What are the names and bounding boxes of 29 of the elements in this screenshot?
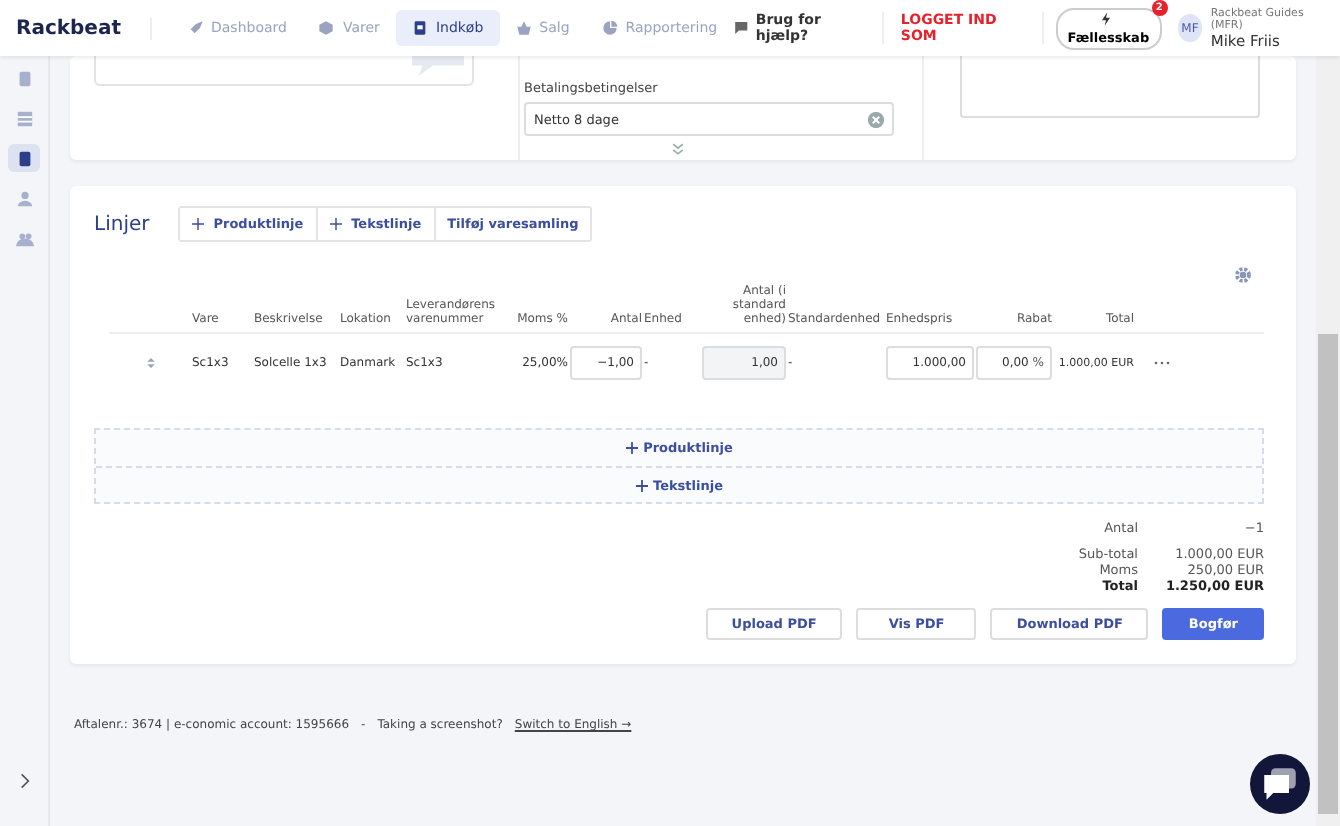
plus-icon	[625, 442, 638, 454]
cube-icon	[318, 20, 335, 36]
plus-icon	[329, 218, 342, 230]
reorder-icon[interactable]	[145, 356, 155, 370]
rocket-icon	[187, 20, 203, 36]
document-icon	[411, 20, 428, 36]
basket-icon	[515, 20, 532, 36]
chat-icon	[733, 20, 748, 36]
expand-chevron-icon[interactable]	[19, 772, 29, 790]
plus-icon	[635, 479, 647, 491]
document-icon	[15, 149, 33, 167]
sidebar-item[interactable]	[8, 144, 40, 172]
text-area[interactable]	[960, 56, 1260, 118]
double-chevron-icon[interactable]	[670, 142, 686, 156]
person-icon	[15, 189, 33, 207]
settings-icon[interactable]	[1234, 266, 1252, 284]
section-title: Linjer	[94, 213, 150, 235]
document-icon	[15, 69, 33, 87]
list-icon	[15, 109, 33, 127]
chat-button[interactable]	[1250, 754, 1310, 814]
clear-icon[interactable]	[868, 111, 884, 127]
pie-chart-icon	[601, 20, 618, 36]
lightning-icon	[1102, 11, 1111, 25]
logo[interactable]: Rackbeat	[0, 17, 151, 39]
chat-icon	[1262, 766, 1298, 802]
plus-icon	[191, 218, 204, 230]
people-icon	[15, 229, 33, 247]
more-options-icon[interactable]	[1154, 360, 1170, 366]
scrollbar[interactable]	[1316, 56, 1340, 826]
